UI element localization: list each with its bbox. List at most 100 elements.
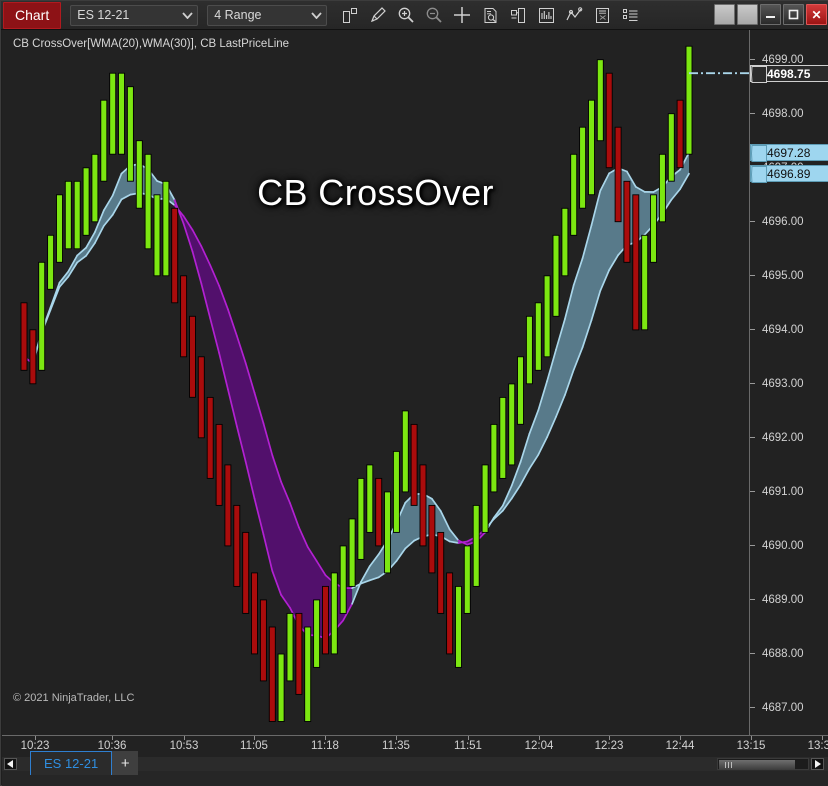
price-tick-label: 4689.00 (762, 593, 804, 606)
price-tick-label: 4693.00 (762, 377, 804, 390)
zoom-out-icon[interactable] (420, 3, 448, 28)
price-bar (667, 113, 675, 182)
tab-es-12-21[interactable]: ES 12-21 (30, 751, 113, 775)
scrollbar-track[interactable] (717, 758, 809, 770)
price-plot[interactable] (2, 30, 749, 735)
window-controls: ✕ (714, 4, 827, 25)
price-bar (82, 167, 90, 236)
tick-mark (750, 544, 755, 546)
price-tick: 4693.00 (750, 377, 828, 391)
price-bar (162, 180, 170, 277)
price-bar (215, 423, 223, 506)
tab-list: ES 12-21 + (30, 751, 139, 775)
tick-mark (750, 220, 755, 222)
price-axis[interactable]: 4699.004698.004697.004696.004695.004694.… (749, 30, 828, 735)
time-tick-label: 12:04 (524, 740, 554, 752)
chevron-down-icon (307, 6, 326, 25)
tag-pointer-icon (751, 65, 767, 83)
chart-canvas-area[interactable]: CB CrossOver[WMA(20),WMA(30)], CB LastPr… (2, 30, 828, 735)
strategies-icon[interactable] (560, 3, 588, 28)
price-bar (508, 383, 516, 466)
order-entry-icon[interactable] (616, 3, 644, 28)
price-bar (339, 545, 347, 614)
tick-mark (750, 490, 755, 492)
scroll-left-arrow-icon[interactable] (4, 758, 17, 770)
price-bar (463, 545, 471, 614)
price-bar (144, 153, 152, 250)
ninjatrader-chart-window: Chart ES 12-21 4 Range ✕ CB CrossOver[WM… (0, 0, 828, 786)
data-series-icon[interactable] (336, 3, 364, 28)
close-icon[interactable]: ✕ (806, 4, 827, 25)
window-button-blank-2[interactable] (737, 4, 758, 25)
price-bar (73, 180, 81, 250)
tick-mark (750, 58, 755, 60)
crosshair-icon[interactable] (448, 3, 476, 28)
price-tick: 4688.00 (750, 647, 828, 661)
time-tick-label: 12:23 (594, 740, 624, 752)
price-bar (605, 72, 613, 169)
properties-icon[interactable] (476, 3, 504, 28)
chevron-down-icon (178, 6, 197, 25)
close-glyph: ✕ (811, 7, 822, 22)
minimize-icon[interactable] (760, 4, 781, 25)
price-bar (366, 464, 374, 533)
tick-mark (750, 382, 755, 384)
price-tick-label: 4691.00 (762, 485, 804, 498)
tab-bar: ES 12-21 + (2, 751, 828, 786)
chart-menu-label: Chart (15, 7, 50, 23)
time-tick-label: 10:53 (169, 740, 199, 752)
last-price-tag: 4698.75 (750, 64, 828, 83)
price-bar (517, 356, 524, 425)
price-bar (357, 477, 365, 560)
price-tick-label: 4695.00 (762, 269, 804, 282)
indicators-icon[interactable] (532, 3, 560, 28)
price-tick: 4698.00 (750, 107, 828, 121)
price-bar (588, 99, 595, 196)
add-tab-button[interactable]: + (112, 751, 139, 775)
wma-slow-line (49, 286, 61, 311)
chart-menu-button[interactable]: Chart (3, 1, 62, 29)
maximize-icon[interactable] (783, 4, 804, 25)
tick-mark (750, 436, 755, 438)
price-tick: 4694.00 (750, 323, 828, 337)
window-button-blank-1[interactable] (714, 4, 735, 25)
price-bar (224, 464, 232, 547)
price-bar (348, 518, 356, 587)
price-bar (561, 207, 569, 277)
price-tick-label: 4696.00 (762, 215, 804, 228)
price-bar (437, 531, 445, 614)
data-box-icon[interactable] (588, 3, 616, 28)
tick-mark (750, 652, 755, 654)
time-tick-label: 11:51 (454, 740, 482, 752)
price-bar (109, 72, 117, 155)
price-bar (64, 180, 72, 250)
price-tick-label: 4698.00 (762, 107, 804, 120)
chart-template-icon[interactable] (504, 3, 532, 28)
price-bar (392, 450, 400, 533)
price-tick-label: 4690.00 (762, 539, 804, 552)
tab-label: ES 12-21 (44, 756, 99, 771)
price-bar (56, 194, 63, 263)
price-bar (153, 194, 161, 277)
price-bar (446, 572, 454, 655)
instrument-dropdown[interactable]: ES 12-21 (70, 4, 199, 26)
scrollbar-thumb[interactable] (719, 760, 795, 770)
price-bar (455, 585, 462, 668)
price-bar (197, 356, 205, 439)
zoom-in-icon[interactable] (392, 3, 420, 28)
price-bar (650, 194, 657, 263)
price-bar (29, 329, 37, 385)
scroll-right-arrow-icon[interactable] (811, 758, 824, 770)
drawing-tools-icon[interactable] (364, 3, 392, 28)
price-bar (543, 275, 551, 358)
price-tick: 4695.00 (750, 269, 828, 283)
interval-value: 4 Range (214, 8, 262, 22)
price-tick: 4687.00 (750, 701, 828, 715)
price-tick: 4689.00 (750, 593, 828, 607)
scrollbar-grip (725, 762, 732, 768)
tick-mark (750, 112, 755, 114)
tick-mark (750, 328, 755, 330)
interval-dropdown[interactable]: 4 Range (207, 4, 328, 26)
price-bar (38, 261, 46, 371)
tick-mark (750, 274, 755, 276)
